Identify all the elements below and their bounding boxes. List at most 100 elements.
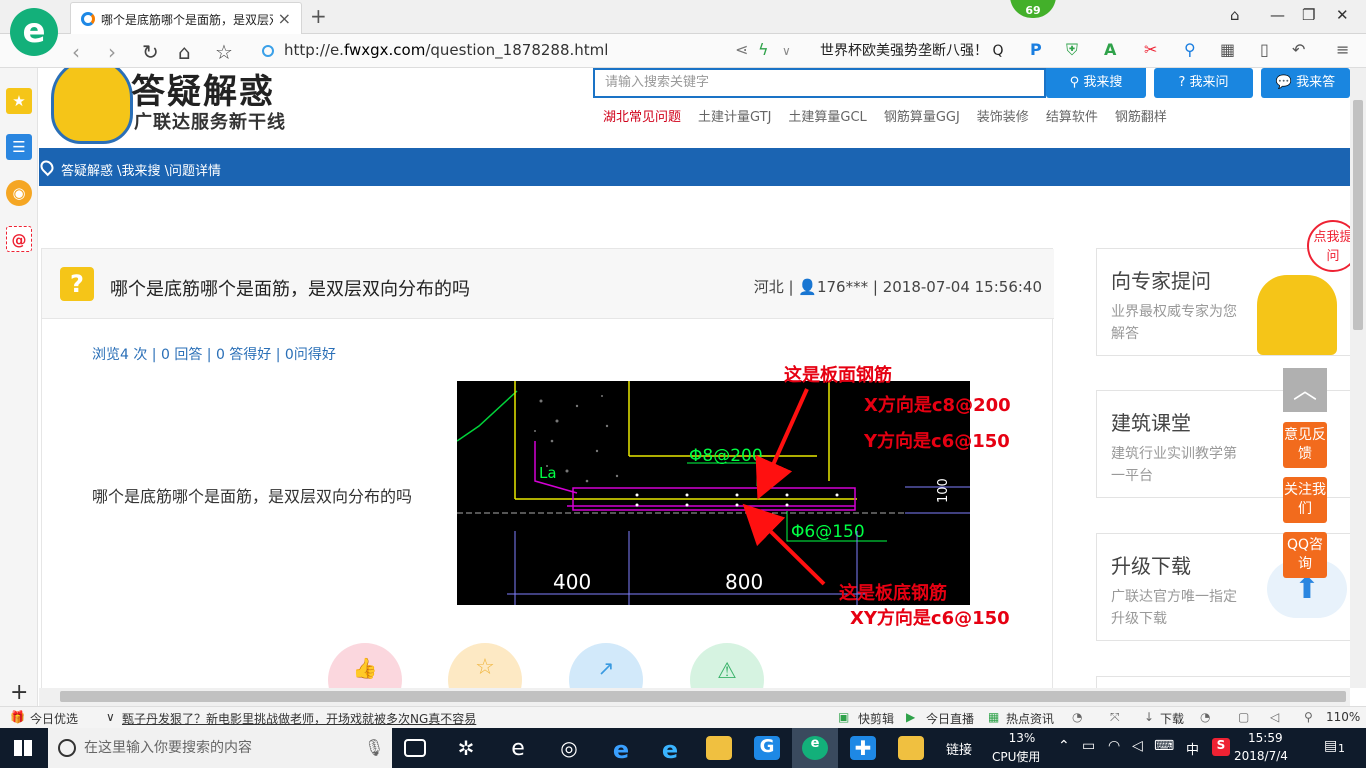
battery-icon[interactable]: ▭	[1082, 738, 1095, 754]
browser-logo-icon[interactable]: e	[10, 8, 58, 56]
search-icon[interactable]: ⚲	[1184, 40, 1196, 59]
url-prefix: http://e.	[284, 41, 344, 59]
url-path: /question_1878288.html	[425, 41, 609, 59]
menu-icon[interactable]: ≡	[1336, 40, 1349, 59]
favorite-star-icon[interactable]: ☆	[215, 40, 233, 64]
translate-icon[interactable]: A	[1104, 40, 1116, 59]
hot-link[interactable]: 土建算量GCL	[788, 110, 866, 125]
chrome-like-icon[interactable]: ◎	[556, 736, 582, 760]
shield-icon[interactable]: ⛨	[1066, 40, 1078, 60]
share-icon[interactable]: ⋖	[735, 40, 748, 59]
shirt-icon[interactable]: ⌂	[1230, 6, 1240, 24]
refresh-icon[interactable]: ↻	[142, 40, 159, 64]
app-p-icon[interactable]: P	[1030, 40, 1042, 59]
keyboard-icon[interactable]: ⌨	[1154, 738, 1174, 754]
wifi-icon[interactable]: ◠	[1108, 738, 1120, 754]
site-search-input[interactable]: 请输入搜索关键字	[593, 68, 1046, 98]
back-icon[interactable]: ‹	[72, 40, 80, 64]
ime-indicator[interactable]: 中	[1186, 739, 1199, 758]
link-label[interactable]: 链接	[946, 739, 972, 758]
url-field[interactable]: http://e.fwxgx.com/question_1878288.html	[284, 39, 784, 61]
favorites-star-icon[interactable]: ★	[6, 88, 32, 114]
sidebar-add-icon[interactable]: +	[10, 680, 28, 705]
sogou-s-icon[interactable]: S	[1212, 738, 1230, 756]
hot-link[interactable]: 土建计量GTJ	[698, 110, 771, 125]
glodon-g-icon[interactable]: G	[754, 736, 780, 760]
reader-list-icon[interactable]: ☰	[6, 134, 32, 160]
hot-link[interactable]: 湖北常见问题	[603, 110, 681, 125]
restore-icon[interactable]: ❐	[1302, 6, 1315, 24]
horizontal-scroll-thumb[interactable]	[60, 691, 1346, 702]
question-header: ? 哪个是底筋哪个是面筋，是双层双向分布的吗 河北 | 👤176*** | 20…	[42, 249, 1054, 319]
tablet-icon[interactable]: ▯	[1260, 40, 1269, 59]
annotation-y-direction: Y方向是c6@150	[864, 431, 1010, 452]
mute-icon[interactable]: ◁	[1270, 710, 1279, 724]
quick-clip-link[interactable]: 快剪辑	[858, 710, 894, 727]
qq-consult-button[interactable]: QQ咨询	[1283, 532, 1327, 578]
hot-link[interactable]: 结算软件	[1046, 110, 1098, 125]
download-link[interactable]: 下载	[1160, 710, 1184, 727]
vertical-scroll-thumb[interactable]	[1353, 100, 1363, 330]
file-explorer-icon[interactable]	[706, 736, 732, 760]
video-clip-icon: ▣	[838, 710, 850, 724]
accelerate-icon[interactable]: ◔	[1200, 710, 1210, 724]
volume-icon[interactable]: ◁	[1132, 738, 1143, 754]
follow-us-button[interactable]: 关注我们	[1283, 477, 1327, 523]
search-button[interactable]: ⚲ 我来搜	[1046, 68, 1146, 98]
home-icon[interactable]: ⌂	[178, 40, 191, 64]
windows-start-icon[interactable]	[14, 740, 32, 756]
2345-browser-icon[interactable]: e	[802, 736, 828, 760]
scissors-icon[interactable]: ✂	[1144, 40, 1157, 59]
lightning-icon[interactable]: ϟ	[758, 40, 769, 59]
ask-button[interactable]: ? 我来问	[1154, 68, 1253, 98]
hot-link[interactable]: 钢筋算量GGJ	[884, 110, 960, 125]
fan-app-icon[interactable]: ✲	[453, 736, 479, 760]
clock-date[interactable]: 2018/7/4	[1234, 749, 1288, 763]
plus-app-icon[interactable]: ✚	[850, 736, 876, 760]
ask-expert-box[interactable]: 向专家提问 业界最权威专家为您解答	[1096, 248, 1350, 356]
back-to-top-icon[interactable]: ︿	[1283, 368, 1327, 412]
search-button-label: 我来搜	[1083, 75, 1123, 90]
notepad-icon[interactable]	[898, 736, 924, 760]
hot-link[interactable]: 装饰装修	[977, 110, 1029, 125]
browser-search-hint[interactable]: 世界杯欧美强势垄断八强！ Q	[820, 40, 1003, 60]
ie-icon[interactable]: e	[657, 736, 683, 764]
hot-link[interactable]: 钢筋翻样	[1115, 110, 1167, 125]
next-box	[1096, 676, 1350, 688]
notification-icon[interactable]: ▤	[1324, 738, 1337, 754]
chevron-up-icon[interactable]: ⌃	[1058, 738, 1070, 754]
zoom-level[interactable]: 110%	[1326, 710, 1360, 724]
undo-icon[interactable]: ↶	[1292, 40, 1305, 59]
answer-button[interactable]: 💬 我来答	[1261, 68, 1350, 98]
speed-icon[interactable]: ◔	[1072, 710, 1082, 724]
minimize-icon[interactable]: —	[1270, 6, 1285, 24]
window-icon[interactable]: ▢	[1238, 710, 1249, 724]
microphone-icon[interactable]: 🎙	[364, 738, 384, 757]
hot-news-link[interactable]: 热点资讯	[1006, 710, 1054, 727]
weibo-icon[interactable]: ◉	[6, 180, 32, 206]
taskbar-search-input[interactable]: 在这里输入你要搜索的内容	[48, 728, 392, 768]
browser-tab[interactable]: 哪个是底筋哪个是面筋，是双层双向分布的吗 ×	[70, 2, 302, 34]
forward-icon[interactable]: ›	[108, 40, 116, 64]
new-tab-button[interactable]: +	[310, 4, 327, 28]
chevron-down-icon[interactable]: ∨	[782, 44, 791, 58]
feedback-button[interactable]: 意见反馈	[1283, 422, 1327, 468]
upgrade-download-desc: 广联达官方唯一指定升级下载	[1111, 589, 1237, 627]
clock-time[interactable]: 15:59	[1248, 731, 1283, 745]
news-ticker[interactable]: 甄子丹发狠了？新电影里挑战做老师，开场戏就被多次NG真不容易	[122, 710, 476, 727]
chevron-down-icon[interactable]: ∨	[106, 710, 115, 724]
apps-grid-icon[interactable]: ▦	[1220, 40, 1235, 59]
edge-icon[interactable]: e	[608, 736, 634, 764]
question-card: ? 哪个是底筋哪个是面筋，是双层双向分布的吗 河北 | 👤176*** | 20…	[41, 248, 1054, 688]
browser-e-icon[interactable]: e	[505, 736, 531, 761]
email-at-icon[interactable]: @	[6, 226, 32, 252]
daily-pick-link[interactable]: 今日优选	[30, 710, 78, 727]
click-ask-bubble[interactable]: 点我提问	[1307, 220, 1350, 272]
breadcrumb[interactable]: 答疑解惑 \我来搜 \问题详情	[61, 160, 221, 179]
close-tab-icon[interactable]: ×	[278, 9, 291, 28]
question-stats[interactable]: 浏览4 次 | 0 回答 | 0 答得好 | 0问得好	[92, 344, 336, 364]
live-link[interactable]: 今日直播	[926, 710, 974, 727]
task-view-icon[interactable]	[404, 739, 426, 757]
close-window-icon[interactable]: ✕	[1336, 6, 1349, 24]
tools-icon[interactable]: ⤧	[1110, 710, 1120, 725]
